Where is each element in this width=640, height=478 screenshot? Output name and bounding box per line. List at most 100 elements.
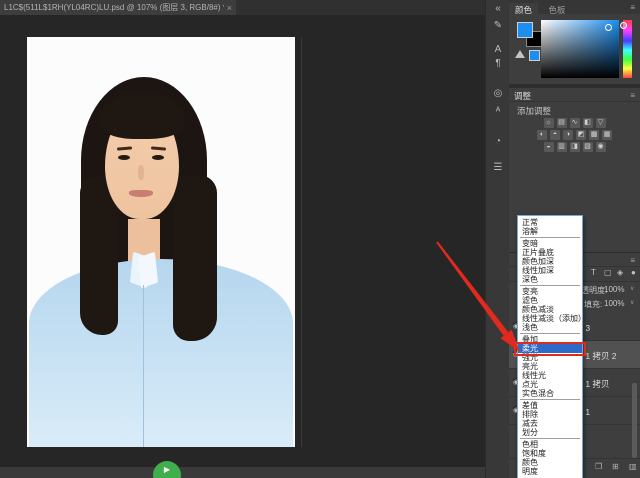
blend-mode-item[interactable]: 颜色加深	[518, 257, 582, 266]
document-tab-bar: L1C$(511L$1RH(YL04RC)LU.psd @ 107% (图层 3…	[0, 0, 485, 16]
blend-mode-item[interactable]: 浅色	[518, 323, 582, 332]
portrait-nose	[138, 165, 144, 180]
blend-mode-item[interactable]: 深色	[518, 275, 582, 284]
glyphs-panel-icon[interactable]: ᴬ	[486, 106, 510, 117]
blend-mode-item[interactable]: 叠加	[518, 335, 582, 344]
character-panel-icon[interactable]: A	[486, 44, 510, 55]
adj-curves-icon[interactable]: ∿	[570, 118, 580, 128]
blend-mode-item[interactable]: 排除	[518, 410, 582, 419]
adj-photo-filter-icon[interactable]: ◩	[576, 130, 586, 140]
photoshop-window: L1C$(511L$1RH(YL04RC)LU.psd @ 107% (图层 3…	[0, 0, 640, 478]
adj-selective-color-icon[interactable]: ◉	[596, 142, 606, 152]
menu-separator	[520, 438, 580, 439]
panel-dock-strip: « ✎ A ¶ ◎ ᴬ ◔ ☰	[485, 0, 509, 478]
layers-scrollbar[interactable]	[632, 383, 637, 458]
adj-gradient-map-icon[interactable]: ▧	[583, 142, 593, 152]
tab-color[interactable]: 颜色	[509, 3, 538, 17]
adj-threshold-icon[interactable]: ◨	[570, 142, 580, 152]
blend-mode-item[interactable]: 线性加深	[518, 266, 582, 275]
adj-channel-mixer-icon[interactable]: ▩	[589, 130, 599, 140]
blend-mode-item[interactable]: 颜色减淡	[518, 305, 582, 314]
delete-layer-icon[interactable]: ▥	[629, 462, 637, 471]
blend-mode-item[interactable]: 亮光	[518, 362, 582, 371]
portrait-eye	[118, 155, 130, 160]
adj-levels-icon[interactable]: ▤	[557, 118, 567, 128]
timeline-panel-icon[interactable]: ◔	[486, 136, 510, 147]
blend-mode-item[interactable]: 强光	[518, 353, 582, 362]
new-layer-icon[interactable]: ⊞	[612, 462, 619, 471]
brush-settings-panel-icon[interactable]: ✎	[486, 20, 510, 31]
adj-hue-saturation-icon[interactable]: ◐	[537, 130, 547, 140]
foreground-color-swatch[interactable]	[517, 22, 533, 38]
adj-color-balance-icon[interactable]: ◓	[550, 130, 560, 140]
color-panel-tabs: 颜色 色板 ≡	[509, 0, 640, 14]
blend-mode-item[interactable]: 减去	[518, 419, 582, 428]
filter-shape-layers-icon[interactable]: ▢	[604, 268, 612, 277]
hue-slider-marker[interactable]	[620, 22, 627, 29]
gamut-warning-icon[interactable]	[515, 50, 525, 58]
web-color-swatch[interactable]	[529, 50, 540, 61]
blend-mode-item[interactable]: 变亮	[518, 287, 582, 296]
color-field-marker[interactable]	[605, 24, 612, 31]
close-tab-icon[interactable]: ×	[227, 3, 232, 13]
fill-value[interactable]: 100%	[604, 299, 624, 308]
document-tab[interactable]: L1C$(511L$1RH(YL04RC)LU.psd @ 107% (图层 3…	[0, 0, 236, 15]
blend-mode-item[interactable]: 差值	[518, 401, 582, 410]
blend-mode-item[interactable]: 变暗	[518, 239, 582, 248]
adj-black-white-icon[interactable]: ◑	[563, 130, 573, 140]
blend-mode-item[interactable]: 线性光	[518, 371, 582, 380]
fill-label: 填充:	[584, 299, 602, 310]
blend-mode-item[interactable]: 柔光	[518, 344, 582, 353]
blend-mode-item[interactable]: 正片叠底	[518, 248, 582, 257]
blend-mode-item[interactable]: 划分	[518, 428, 582, 437]
document-title: L1C$(511L$1RH(YL04RC)LU.psd @ 107% (图层 3…	[4, 2, 224, 13]
blend-mode-item[interactable]: 色相	[518, 440, 582, 449]
adj-invert-icon[interactable]: ◒	[544, 142, 554, 152]
panel-menu-icon[interactable]: ≡	[630, 3, 635, 12]
tab-swatches[interactable]: 色板	[542, 3, 571, 17]
adj-exposure-icon[interactable]: ◧	[583, 118, 593, 128]
adj-brightness-contrast-icon[interactable]: ☼	[544, 118, 554, 128]
canvas-edge-shadow	[301, 37, 302, 447]
expand-panels-icon[interactable]: «	[486, 3, 510, 14]
blend-mode-item[interactable]: 线性减淡（添加）	[518, 314, 582, 323]
blend-mode-item[interactable]: 溶解	[518, 227, 582, 236]
play-icon: ▶	[164, 465, 170, 478]
saturation-brightness-field[interactable]	[541, 20, 619, 78]
adjustment-icons: ☼▤∿◧▽ ◐◓◑◩▩▦ ◒▥◨▧◉	[509, 118, 640, 154]
filter-toggle-icon[interactable]: ●	[631, 268, 636, 277]
filter-smart-objects-icon[interactable]: ◈	[617, 268, 623, 277]
menu-separator	[520, 399, 580, 400]
paragraph-panel-icon[interactable]: ¶	[486, 58, 510, 69]
adjustments-title: 调整	[514, 90, 531, 102]
panel-menu-icon[interactable]: ≡	[630, 256, 635, 265]
menu-separator	[520, 285, 580, 286]
properties-panel-icon[interactable]: ☰	[486, 162, 510, 173]
blend-mode-item[interactable]: 饱和度	[518, 449, 582, 458]
portrait-shirt	[29, 259, 293, 447]
blend-mode-item[interactable]: 实色混合	[518, 389, 582, 398]
canvas-area[interactable]	[0, 15, 485, 467]
blend-mode-menu: 正常溶解变暗正片叠底颜色加深线性加深深色变亮滤色颜色减淡线性减淡（添加）浅色叠加…	[517, 215, 583, 478]
blend-mode-item[interactable]: 点光	[518, 380, 582, 389]
portrait-collar	[138, 252, 158, 289]
portrait-shirt-placket	[143, 285, 144, 447]
portrait-hair-strand	[173, 175, 217, 341]
blend-mode-item[interactable]: 颜色	[518, 458, 582, 467]
adj-posterize-icon[interactable]: ▥	[557, 142, 567, 152]
add-adjustment-label: 添加调整	[517, 105, 551, 117]
filter-type-layers-icon[interactable]: T	[591, 268, 596, 277]
adj-color-lookup-icon[interactable]: ▦	[602, 130, 612, 140]
portrait-eye	[152, 155, 164, 160]
opacity-value[interactable]: 100%	[604, 285, 624, 294]
clone-source-panel-icon[interactable]: ◎	[486, 88, 510, 99]
blend-mode-item[interactable]: 滤色	[518, 296, 582, 305]
chevron-down-icon[interactable]: ∨	[630, 285, 634, 292]
blend-mode-item[interactable]: 正常	[518, 218, 582, 227]
adj-vibrance-icon[interactable]: ▽	[596, 118, 606, 128]
new-group-icon[interactable]: ❒	[595, 462, 602, 471]
panel-menu-icon[interactable]: ≡	[630, 91, 635, 100]
status-bar	[0, 467, 485, 478]
blend-mode-item[interactable]: 明度	[518, 467, 582, 476]
chevron-down-icon[interactable]: ∨	[630, 299, 634, 306]
